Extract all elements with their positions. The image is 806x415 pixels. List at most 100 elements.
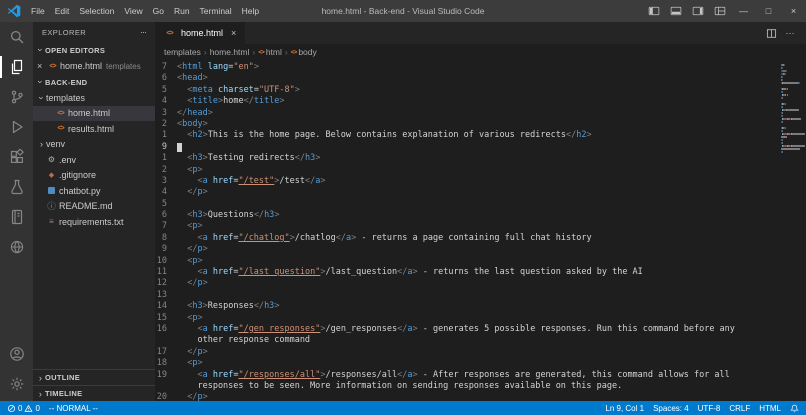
- line-number: 2: [155, 165, 173, 176]
- minimap-line: [782, 151, 783, 153]
- breadcrumb-html[interactable]: <>html: [258, 47, 282, 57]
- menu-go[interactable]: Go: [148, 0, 169, 22]
- toggle-sidebar-icon[interactable]: [643, 0, 665, 22]
- explorer-actions-icon[interactable]: ···: [140, 27, 146, 37]
- line-number: 11: [155, 267, 173, 278]
- source-control-icon[interactable]: [0, 82, 33, 112]
- customize-layout-icon[interactable]: [709, 0, 731, 22]
- file-gitignore[interactable]: ◆.gitignore: [33, 168, 155, 184]
- minimap-line: [782, 142, 783, 144]
- code-line[interactable]: 1 <h3>Testing redirects</h3>: [155, 153, 780, 164]
- file-readme-md[interactable]: ⓘREADME.md: [33, 199, 155, 215]
- code-line[interactable]: 14 <h3>Responses</h3>: [155, 301, 780, 312]
- outline-header[interactable]: › OUTLINE: [33, 369, 155, 385]
- code-line[interactable]: 15 <p>: [155, 313, 780, 324]
- more-actions-icon[interactable]: ···: [782, 25, 798, 41]
- close-tab-icon[interactable]: ×: [231, 28, 236, 38]
- file-env[interactable]: ⚙.env: [33, 152, 155, 168]
- code-line[interactable]: 6<head>: [155, 73, 780, 84]
- code-line[interactable]: 3</head>: [155, 108, 780, 119]
- maximize-icon[interactable]: □: [756, 0, 781, 22]
- code-line[interactable]: 8 <a href="/chatlog">/chatlog</a> - retu…: [155, 233, 780, 244]
- code-line[interactable]: 4 <title>home</title>: [155, 96, 780, 107]
- status-utf-8[interactable]: UTF-8: [698, 404, 721, 413]
- status-ln-9-col-1[interactable]: Ln 9, Col 1: [605, 404, 644, 413]
- problems-indicator[interactable]: 0 0: [7, 404, 40, 413]
- code-line[interactable]: 2<body>: [155, 119, 780, 130]
- file-venv[interactable]: ›venv: [33, 137, 155, 153]
- account-icon[interactable]: [0, 339, 33, 369]
- status-html[interactable]: HTML: [759, 404, 781, 413]
- code-line[interactable]: 18 <p>: [155, 358, 780, 369]
- file-templates[interactable]: ›templates: [33, 90, 155, 106]
- settings-icon[interactable]: [0, 369, 33, 399]
- code-line[interactable]: 9: [155, 142, 780, 153]
- code-line[interactable]: other response command: [155, 335, 780, 346]
- tab-home-html[interactable]: <> home.html ×: [155, 22, 245, 44]
- file-chatbot-py[interactable]: chatbot.py: [33, 183, 155, 199]
- toggle-panel-icon[interactable]: [665, 0, 687, 22]
- breadcrumb-body[interactable]: <>body: [291, 47, 317, 57]
- editor-group: <> home.html × ··· templates›home.html›<…: [155, 22, 806, 401]
- code-line[interactable]: 7 <p>: [155, 221, 780, 232]
- menu-selection[interactable]: Selection: [74, 0, 119, 22]
- editor-pane[interactable]: 7<html lang="en">6<head>5 <meta charset=…: [155, 60, 806, 401]
- toggle-secondary-sidebar-icon[interactable]: [687, 0, 709, 22]
- code-line[interactable]: 7<html lang="en">: [155, 62, 780, 73]
- status-crlf[interactable]: CRLF: [729, 404, 750, 413]
- line-number: 5: [155, 199, 173, 210]
- menu-file[interactable]: File: [26, 0, 50, 22]
- code-line[interactable]: 20 </p>: [155, 392, 780, 401]
- menu-help[interactable]: Help: [237, 0, 264, 22]
- close-editor-icon[interactable]: ×: [37, 61, 47, 71]
- remote-explorer-icon[interactable]: [0, 232, 33, 262]
- minimap-line: [791, 145, 804, 147]
- open-editors-header[interactable]: › OPEN EDITORS: [33, 42, 155, 58]
- timeline-header[interactable]: › TIMELINE: [33, 385, 155, 401]
- code-line[interactable]: 9 </p>: [155, 244, 780, 255]
- explorer-icon[interactable]: [0, 52, 33, 82]
- notebook-icon[interactable]: [0, 202, 33, 232]
- code-line[interactable]: 12 </p>: [155, 278, 780, 289]
- code-line[interactable]: 17 </p>: [155, 347, 780, 358]
- notifications-bell-icon[interactable]: [790, 404, 799, 413]
- file-label: .gitignore: [59, 170, 96, 180]
- code-line[interactable]: 2 <p>: [155, 165, 780, 176]
- close-icon[interactable]: ×: [781, 0, 806, 22]
- code-line[interactable]: 16 <a href="/gen_responses">/gen_respons…: [155, 324, 780, 335]
- line-number: 10: [155, 256, 173, 267]
- code-line[interactable]: 5 <meta charset="UTF-8">: [155, 85, 780, 96]
- code-text: <a href="/chatlog">/chatlog</a> - return…: [177, 233, 592, 244]
- open-editor-home-html[interactable]: × <> home.html templates: [33, 58, 155, 74]
- run-debug-icon[interactable]: [0, 112, 33, 142]
- minimize-icon[interactable]: —: [731, 0, 756, 22]
- minimap[interactable]: [780, 60, 806, 401]
- code-text: <html lang="en">: [177, 62, 259, 73]
- breadcrumb-templates[interactable]: templates: [164, 47, 201, 57]
- code-line[interactable]: 13: [155, 290, 780, 301]
- code-line[interactable]: 1 <h2>This is the home page. Below conta…: [155, 130, 780, 141]
- breadcrumb-home-html[interactable]: home.html: [210, 47, 250, 57]
- status-spaces-4[interactable]: Spaces: 4: [653, 404, 689, 413]
- file-results-html[interactable]: <>results.html: [33, 121, 155, 137]
- code-line[interactable]: responses to be seen. More information o…: [155, 381, 780, 392]
- code-line[interactable]: 5: [155, 199, 780, 210]
- extensions-icon[interactable]: [0, 142, 33, 172]
- code-line[interactable]: 10 <p>: [155, 256, 780, 267]
- menu-terminal[interactable]: Terminal: [195, 0, 237, 22]
- code-line[interactable]: 11 <a href="/last_question">/last_questi…: [155, 267, 780, 278]
- code-line[interactable]: 6 <h3>Questions</h3>: [155, 210, 780, 221]
- menu-run[interactable]: Run: [169, 0, 195, 22]
- testing-icon[interactable]: [0, 172, 33, 202]
- menu-view[interactable]: View: [119, 0, 147, 22]
- code-line[interactable]: 4 </p>: [155, 187, 780, 198]
- vscode-window: FileEditSelectionViewGoRunTerminalHelp h…: [0, 0, 806, 415]
- code-line[interactable]: 19 <a href="/responses/all">/responses/a…: [155, 370, 780, 381]
- file-requirements-txt[interactable]: ≡requirements.txt: [33, 214, 155, 230]
- workspace-header[interactable]: › BACK-END: [33, 74, 155, 90]
- search-icon[interactable]: [0, 22, 33, 52]
- split-editor-icon[interactable]: [763, 25, 779, 41]
- menu-edit[interactable]: Edit: [50, 0, 75, 22]
- file-home-html[interactable]: <>home.html: [33, 106, 155, 122]
- code-line[interactable]: 3 <a href="/test">/test</a>: [155, 176, 780, 187]
